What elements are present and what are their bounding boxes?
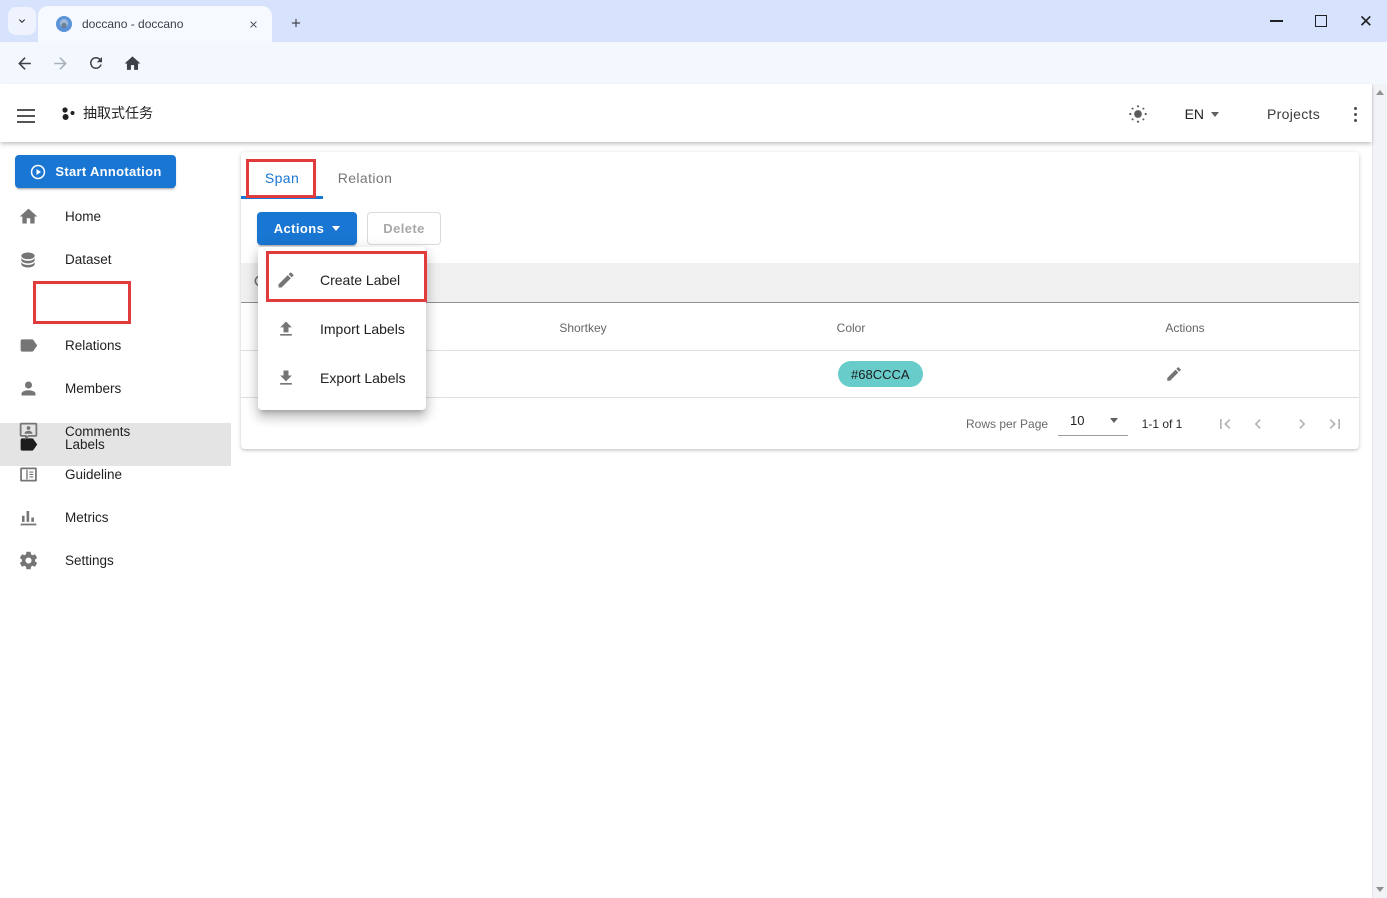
sidebar-item-label: Guideline bbox=[65, 467, 122, 482]
theme-toggle-icon[interactable] bbox=[1127, 103, 1149, 125]
window-maximize-button[interactable] bbox=[1315, 15, 1327, 27]
tab-span[interactable]: Span bbox=[241, 160, 323, 196]
menu-item-export-labels[interactable]: Export Labels bbox=[258, 353, 426, 402]
new-tab-button[interactable] bbox=[284, 11, 308, 35]
browser-toolbar: localhost:8000/projects/2/labels J bbox=[0, 42, 1387, 84]
label-variant-icon bbox=[16, 334, 40, 358]
home-icon bbox=[16, 205, 40, 229]
actions-button-label: Actions bbox=[274, 221, 324, 236]
sidebar-item-label: Comments bbox=[65, 424, 130, 439]
tab-relation[interactable]: Relation bbox=[323, 160, 407, 196]
chevron-down-icon bbox=[16, 15, 28, 27]
home-button[interactable] bbox=[120, 51, 144, 75]
person-icon bbox=[16, 377, 40, 401]
sidebar-item-relations[interactable]: Relations bbox=[0, 324, 231, 367]
column-header-actions: Actions bbox=[1165, 304, 1204, 351]
chevron-down-icon bbox=[1110, 418, 1118, 423]
menu-item-import-labels[interactable]: Import Labels bbox=[258, 304, 426, 353]
first-page-button[interactable] bbox=[1214, 413, 1236, 435]
sidebar: Start Annotation Home Dataset Labels Rel… bbox=[0, 142, 231, 898]
color-chip: #68CCCA bbox=[838, 361, 923, 387]
projects-link[interactable]: Projects bbox=[1267, 106, 1320, 122]
menu-item-label: Import Labels bbox=[320, 321, 405, 337]
browser-tab[interactable]: doccano - doccano bbox=[38, 6, 272, 42]
play-circle-icon bbox=[29, 163, 47, 181]
edit-pencil-icon[interactable] bbox=[1165, 365, 1185, 385]
project-title: 抽取式任务 bbox=[60, 103, 153, 123]
app-menu-icon[interactable] bbox=[1354, 107, 1357, 122]
language-value: EN bbox=[1185, 106, 1204, 122]
column-header-color: Color bbox=[837, 304, 866, 351]
browser-tabstrip: doccano - doccano ✕ bbox=[0, 0, 1387, 42]
back-button[interactable] bbox=[12, 51, 36, 75]
scroll-up-arrow[interactable] bbox=[1376, 90, 1384, 95]
sidebar-item-label: Settings bbox=[65, 553, 114, 568]
column-header-shortkey: Shortkey bbox=[559, 304, 606, 351]
comment-account-icon bbox=[16, 420, 40, 444]
language-selector[interactable]: EN bbox=[1185, 106, 1219, 122]
bar-chart-icon bbox=[16, 506, 40, 530]
menu-item-label: Create Label bbox=[320, 272, 400, 288]
chevron-down-icon bbox=[332, 226, 340, 231]
forward-button[interactable] bbox=[48, 51, 72, 75]
pencil-icon bbox=[274, 268, 298, 292]
sidebar-item-label: Dataset bbox=[65, 252, 112, 267]
delete-button-label: Delete bbox=[383, 221, 424, 236]
actions-dropdown-menu: Create Label Import Labels Export Labels bbox=[258, 247, 426, 410]
chevron-down-icon bbox=[1211, 112, 1219, 117]
next-page-button[interactable] bbox=[1291, 413, 1313, 435]
prev-page-button[interactable] bbox=[1247, 413, 1269, 435]
rows-per-page-select[interactable]: 10 bbox=[1058, 406, 1128, 436]
rows-per-page-value: 10 bbox=[1070, 413, 1084, 428]
sidebar-item-home[interactable]: Home bbox=[0, 195, 231, 238]
sidebar-item-settings[interactable]: Settings bbox=[0, 539, 231, 582]
guideline-book-icon bbox=[16, 463, 40, 487]
sidebar-item-label: Relations bbox=[65, 338, 121, 353]
active-tab-underline bbox=[241, 196, 323, 199]
sidebar-item-dataset[interactable]: Dataset bbox=[0, 238, 231, 281]
start-annotation-label: Start Annotation bbox=[55, 164, 161, 179]
pagination-range: 1-1 of 1 bbox=[1142, 417, 1183, 431]
last-page-button[interactable] bbox=[1324, 413, 1346, 435]
scroll-down-arrow[interactable] bbox=[1376, 887, 1384, 892]
sidebar-item-guideline[interactable]: Guideline bbox=[0, 453, 231, 496]
tab-title: doccano - doccano bbox=[82, 17, 244, 31]
sidebar-item-label: Members bbox=[65, 381, 121, 396]
sidebar-item-comments[interactable]: Comments bbox=[0, 410, 231, 453]
sidebar-item-members[interactable]: Members bbox=[0, 367, 231, 410]
start-annotation-button[interactable]: Start Annotation bbox=[15, 155, 176, 188]
gear-icon bbox=[16, 549, 40, 573]
menu-item-label: Export Labels bbox=[320, 370, 406, 386]
page-scrollbar[interactable] bbox=[1372, 84, 1387, 898]
menu-item-create-label[interactable]: Create Label bbox=[258, 255, 426, 304]
database-icon bbox=[16, 248, 40, 272]
tab-search-button[interactable] bbox=[8, 7, 36, 35]
tab-close-icon[interactable] bbox=[244, 15, 262, 33]
sidebar-item-label: Metrics bbox=[65, 510, 109, 525]
doccano-favicon bbox=[56, 16, 72, 32]
sidebar-item-label: Home bbox=[65, 209, 101, 224]
browser-window: doccano - doccano ✕ bbox=[0, 0, 1387, 898]
upload-icon bbox=[274, 317, 298, 341]
actions-button[interactable]: Actions bbox=[257, 212, 357, 245]
sidebar-item-metrics[interactable]: Metrics bbox=[0, 496, 231, 539]
hamburger-menu-icon[interactable] bbox=[14, 104, 38, 128]
download-icon bbox=[274, 366, 298, 390]
reload-button[interactable] bbox=[84, 51, 108, 75]
window-close-button[interactable]: ✕ bbox=[1359, 13, 1373, 30]
delete-button[interactable]: Delete bbox=[367, 212, 441, 245]
project-type-icon bbox=[60, 105, 77, 122]
rows-per-page-label: Rows per Page bbox=[966, 417, 1048, 431]
window-minimize-button[interactable] bbox=[1270, 20, 1283, 22]
project-name: 抽取式任务 bbox=[83, 103, 153, 123]
